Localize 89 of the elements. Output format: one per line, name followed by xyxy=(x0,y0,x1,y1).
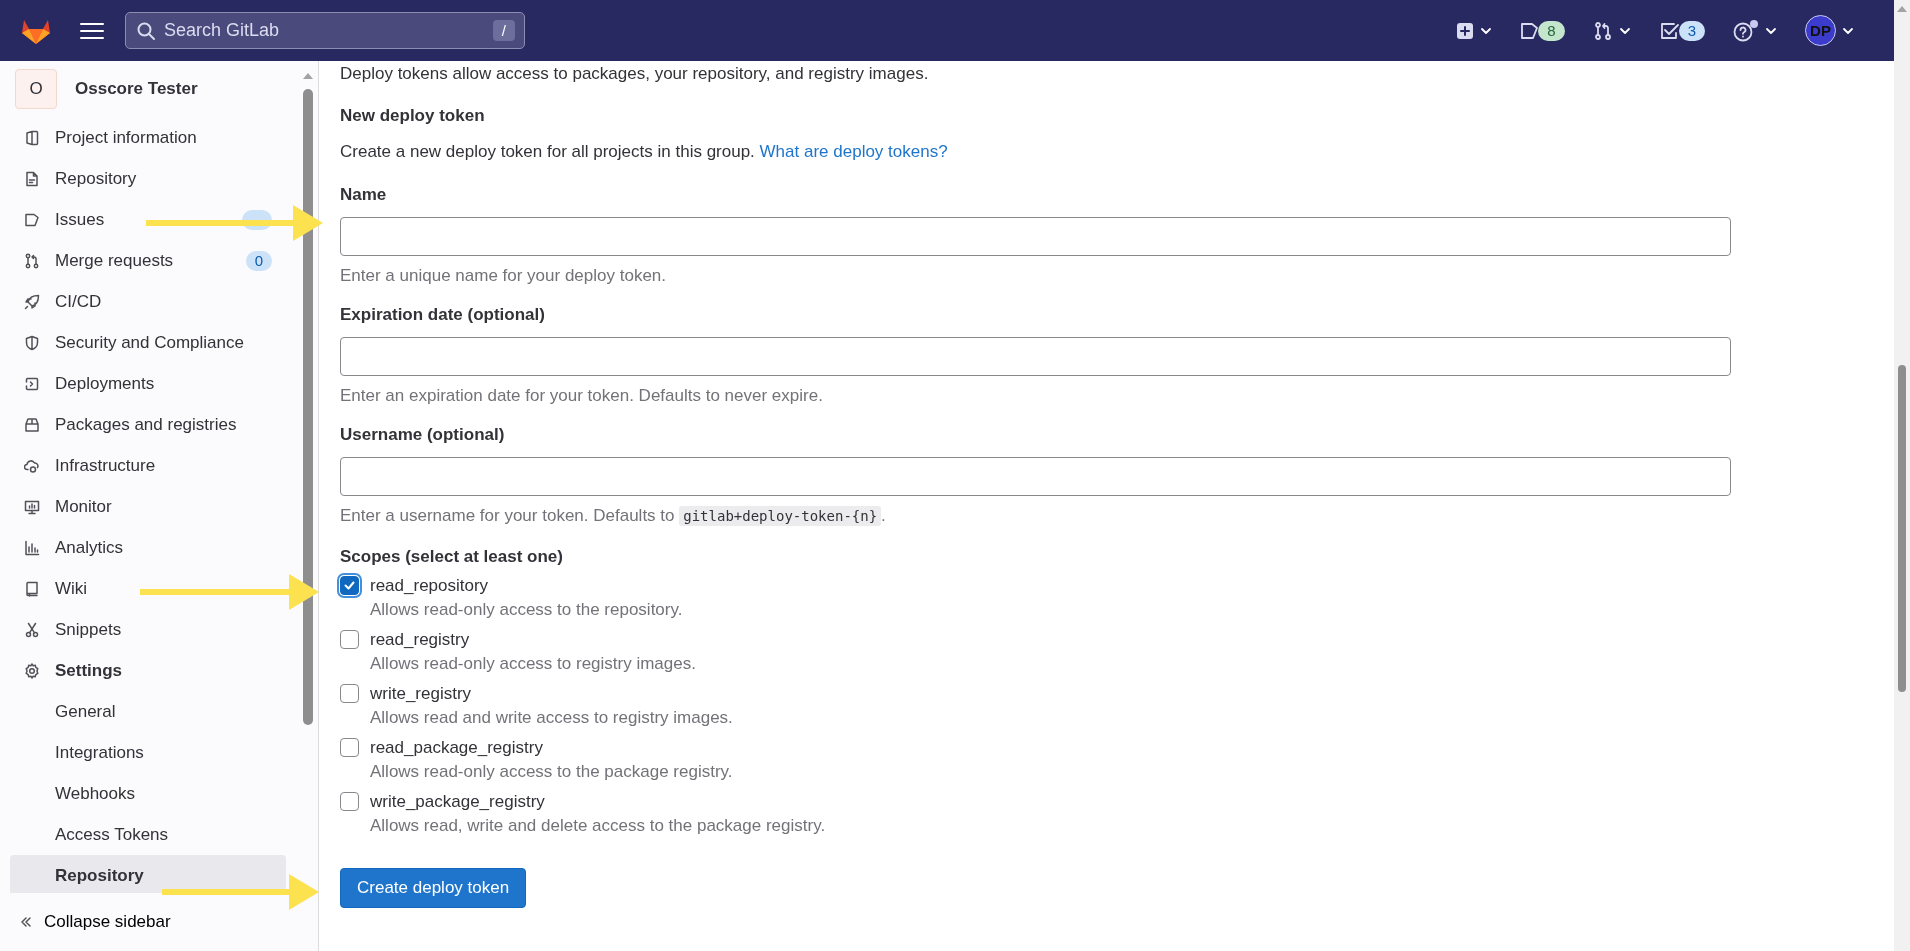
help-text: Allows read-only access to the package registry. xyxy=(370,761,734,783)
menu-icon xyxy=(79,20,105,41)
help-link[interactable]: What are deploy tokens? xyxy=(759,142,948,161)
checkbox-label: read_package_registry xyxy=(370,737,544,759)
plus-square-icon xyxy=(1456,21,1475,40)
field-label: Name xyxy=(340,184,388,206)
help-text: Enter a username for your token. Defaults to gitlab+deploy-token-{n} . xyxy=(340,505,887,528)
chart-icon xyxy=(24,539,40,556)
todos-button[interactable]: 3 xyxy=(1658,20,1705,41)
sidebar-item[interactable]: Merge requests 0 xyxy=(10,240,286,281)
avatar: DP xyxy=(1805,15,1836,46)
chevron-down-icon xyxy=(1618,26,1631,35)
help-text: Allows read-only access to the repository. xyxy=(370,599,684,621)
project-avatar: O xyxy=(15,69,57,109)
sidebar-subitem[interactable]: Repository xyxy=(10,855,286,893)
field-label: Expiration date (optional) xyxy=(340,304,546,326)
checkbox-label: write_registry xyxy=(370,683,473,705)
sidebar-item[interactable]: Analytics xyxy=(10,527,286,568)
double-chevron-left-icon xyxy=(20,916,32,928)
check-icon xyxy=(344,581,355,590)
sidebar-subitem[interactable]: Access Tokens xyxy=(10,814,286,855)
sidebar-subitem[interactable]: General xyxy=(10,691,286,732)
sidebar-item[interactable]: Monitor xyxy=(10,486,286,527)
book-icon xyxy=(24,580,40,597)
sidebar-item[interactable]: Security and Compliance xyxy=(10,322,286,363)
checkbox[interactable] xyxy=(340,684,359,703)
cloud-gear-icon xyxy=(24,457,40,474)
chevron-down-icon xyxy=(1765,26,1777,35)
checkbox[interactable] xyxy=(340,576,359,595)
sidebar-item[interactable]: Settings xyxy=(10,650,286,691)
input-field[interactable] xyxy=(340,337,1731,376)
input-field[interactable] xyxy=(340,217,1731,256)
sidebar-item[interactable]: Deployments xyxy=(10,363,286,404)
create-button[interactable] xyxy=(1456,21,1493,40)
scrollbar[interactable] xyxy=(303,89,313,725)
sidebar-subitem[interactable]: Integrations xyxy=(10,732,286,773)
deploy-icon xyxy=(24,375,40,392)
count-badge: 3 xyxy=(1678,20,1705,41)
checkbox[interactable] xyxy=(340,630,359,649)
package-icon xyxy=(24,416,40,433)
help-button[interactable] xyxy=(1733,18,1777,43)
field-label: Username (optional) xyxy=(340,424,506,446)
checkbox-label: read_repository xyxy=(370,575,490,597)
count-badge: 8 xyxy=(1538,20,1565,41)
menu-button[interactable] xyxy=(79,20,105,41)
checkbox-icon xyxy=(1658,20,1681,41)
settings-icon xyxy=(24,662,40,679)
section-title: New deploy token xyxy=(340,105,486,127)
question-icon xyxy=(1733,18,1759,43)
sidebar-item[interactable]: Snippets xyxy=(10,609,286,650)
checkbox[interactable] xyxy=(340,792,359,811)
checkbox[interactable] xyxy=(340,738,359,757)
create-button[interactable]: Create deploy token xyxy=(340,868,527,908)
sidebar-item[interactable]: Repository xyxy=(10,158,286,199)
field-label: Scopes (select at least one) xyxy=(340,546,564,568)
help-text: Enter an expiration date for your token. Defaults to never expire. xyxy=(340,385,824,407)
intro-text: Deploy tokens allow access to packages, your repository, and registry images. xyxy=(340,63,930,84)
scrollbar[interactable] xyxy=(1894,0,1910,951)
scissors-icon xyxy=(24,621,40,638)
help-text: Allows read and write access to registry images. xyxy=(370,707,734,729)
description-text: Create a new deploy token for all projects in this group. What are deploy tokens? xyxy=(340,141,949,163)
input-field[interactable] xyxy=(340,457,1731,496)
checkbox-label: read_registry xyxy=(370,629,471,651)
chevron-down-icon xyxy=(1842,26,1854,35)
merge-request-icon xyxy=(1592,20,1613,41)
issue-icon xyxy=(24,211,40,228)
sidebar-item[interactable]: CI/CD xyxy=(10,281,286,322)
count-badge: 0 xyxy=(245,250,272,271)
book-icon xyxy=(24,129,40,146)
document-icon xyxy=(24,170,40,187)
checkbox-label: write_package_registry xyxy=(370,791,546,813)
project-name: Osscore Tester xyxy=(75,79,198,99)
search-icon xyxy=(136,21,156,41)
issues-button[interactable]: 8 xyxy=(1520,20,1565,41)
rocket-icon xyxy=(24,293,40,310)
sidebar-item[interactable]: Wiki xyxy=(10,568,286,609)
sidebar-item[interactable]: Packages and registries xyxy=(10,404,286,445)
help-text: Enter a unique name for your deploy token. xyxy=(340,265,668,287)
help-text: Allows read-only access to registry images. xyxy=(370,653,697,675)
merge-requests-button[interactable] xyxy=(1592,20,1631,41)
help-text: Allows read, write and delete access to the package registry. xyxy=(370,815,827,837)
issue-icon xyxy=(1520,20,1541,41)
chevron-down-icon xyxy=(1480,26,1493,35)
shield-icon xyxy=(24,334,40,351)
sidebar-subitem[interactable]: Webhooks xyxy=(10,773,286,814)
sidebar-item[interactable]: Project information xyxy=(10,117,286,158)
monitor-icon xyxy=(24,498,40,515)
sidebar-item[interactable]: Infrastructure xyxy=(10,445,286,486)
merge-request-icon xyxy=(24,252,40,269)
